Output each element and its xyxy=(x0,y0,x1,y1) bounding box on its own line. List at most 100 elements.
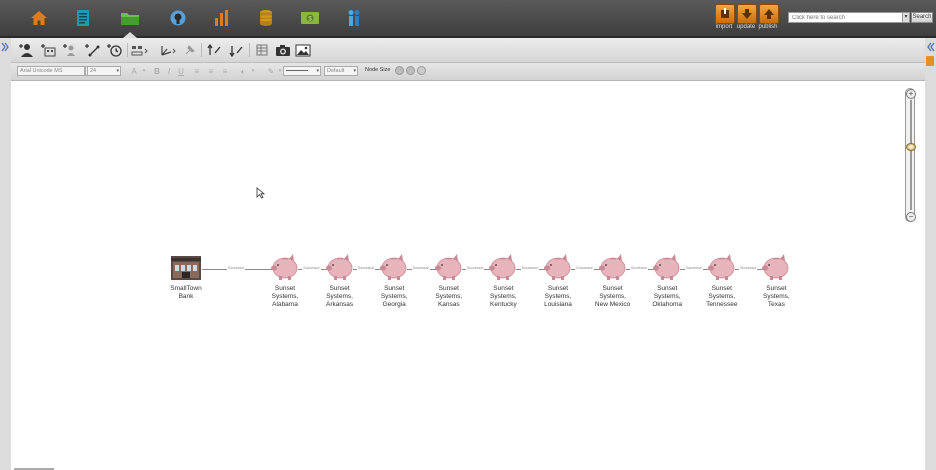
align-left-icon[interactable]: ≡ xyxy=(192,66,202,76)
expand-right-icon[interactable] xyxy=(926,41,936,53)
line-style-select[interactable]: ▾ xyxy=(283,66,321,76)
node-label-line2: Systems, xyxy=(653,293,681,300)
node-label-line3: Texas xyxy=(767,301,785,308)
sort-ascending-icon[interactable] xyxy=(205,42,223,58)
account-node[interactable]: Sunset Systems, Tennessee xyxy=(692,253,752,309)
hierarchy-icon[interactable] xyxy=(159,42,177,58)
piggy-bank-icon xyxy=(489,254,516,280)
node-label-line3: Arkansas xyxy=(326,301,354,308)
node-label-line3: Georgia xyxy=(382,301,406,308)
expand-left-icon[interactable] xyxy=(0,41,10,53)
align-center-icon[interactable]: ≡ xyxy=(206,66,216,76)
add-contact-icon[interactable] xyxy=(61,42,79,58)
image-icon[interactable] xyxy=(294,42,312,58)
search-input[interactable] xyxy=(788,12,904,23)
zoom-in-button[interactable]: + xyxy=(906,89,916,99)
search-button[interactable]: Search xyxy=(911,12,933,23)
piggy-bank-icon xyxy=(544,254,571,280)
node-label-line3: Louisiana xyxy=(544,301,572,308)
node-size-decrease-button[interactable] xyxy=(395,66,404,75)
chevron-down-icon[interactable]: ▾ xyxy=(248,66,258,76)
add-connection-icon[interactable] xyxy=(83,42,101,58)
mouse-cursor-icon xyxy=(256,187,265,199)
zoom-rail xyxy=(910,100,912,210)
piggy-bank-icon xyxy=(325,254,352,280)
bold-icon[interactable]: B xyxy=(152,66,162,76)
table-icon[interactable] xyxy=(253,42,271,58)
document-icon[interactable] xyxy=(72,8,94,28)
toolbar-divider xyxy=(201,43,202,57)
node-label-line3: Kansas xyxy=(437,301,460,308)
bank-node[interactable]: SmallTown Bank xyxy=(156,256,216,301)
publish-button[interactable] xyxy=(759,4,779,24)
align-right-icon[interactable]: ≡ xyxy=(220,66,230,76)
node-label-line2: Systems, xyxy=(708,293,736,300)
zoom-out-button[interactable]: − xyxy=(906,212,916,222)
font-size-select[interactable]: 24 ▾ xyxy=(87,66,121,76)
toolbar-divider xyxy=(127,43,128,57)
node-label-line3: Oklahoma xyxy=(652,301,682,308)
node-label-line2: Systems, xyxy=(544,293,572,300)
add-event-icon[interactable] xyxy=(105,42,123,58)
folder-icon[interactable] xyxy=(119,8,141,38)
node-label-line1: Sunset xyxy=(329,285,350,292)
node-label-line1: Sunset xyxy=(547,285,569,292)
account-node[interactable]: Sunset Systems, Georgia xyxy=(364,253,424,309)
node-label-line1: Sunset xyxy=(438,285,459,292)
account-node[interactable]: Sunset Systems, Kansas xyxy=(419,253,479,309)
search-dropdown-button[interactable]: ▾ xyxy=(902,12,910,23)
node-label-line2: Systems, xyxy=(490,293,517,300)
account-node[interactable]: Sunset Systems, Oklahoma xyxy=(637,253,697,309)
account-node[interactable]: Sunset Systems, Alabama xyxy=(255,253,315,309)
info-icon[interactable] xyxy=(343,8,365,28)
node-label-line1: Sunset xyxy=(274,285,296,292)
line-style-preview xyxy=(286,70,308,72)
camera-icon[interactable] xyxy=(274,42,292,58)
github-icon[interactable] xyxy=(167,8,189,28)
node-size-reset-button[interactable] xyxy=(417,66,426,75)
account-node[interactable]: Sunset Systems, New Mexico xyxy=(583,253,643,309)
node-label-line2: Systems, xyxy=(435,293,463,300)
piggy-bank-icon xyxy=(653,254,680,280)
account-node[interactable]: Sunset Systems, Louisiana xyxy=(528,253,588,309)
italic-icon[interactable]: I xyxy=(164,66,174,76)
account-node[interactable]: Sunset Systems, Arkansas xyxy=(310,253,370,309)
right-panel-collapse-strip[interactable] xyxy=(924,38,936,470)
font-family-select[interactable]: Arial Unicode MS xyxy=(17,66,85,76)
node-label-line1: Sunset xyxy=(493,285,514,292)
format-toolbar: Arial Unicode MS ▾ 24 ▾ A ▾ B I U ≡ ≡ ≡ ◐… xyxy=(11,63,925,81)
database-icon[interactable] xyxy=(255,8,277,28)
underline-icon[interactable]: U xyxy=(176,66,186,76)
piggy-bank-icon xyxy=(271,254,298,280)
line-default-select[interactable]: Default ▾ xyxy=(324,66,358,76)
node-label-line1: Sunset xyxy=(711,285,732,292)
node-size-increase-button[interactable] xyxy=(406,66,415,75)
sort-descending-icon[interactable] xyxy=(227,42,245,58)
node-label-line3: Tennessee xyxy=(706,301,738,308)
money-icon[interactable]: $ xyxy=(299,8,321,28)
account-node[interactable]: Sunset Systems, Kentucky xyxy=(473,253,533,309)
account-node[interactable]: Sunset Systems, Texas xyxy=(746,253,806,309)
home-icon[interactable] xyxy=(28,8,50,28)
piggy-bank-icon xyxy=(707,254,735,280)
publish-label: publish xyxy=(758,24,778,30)
zoom-handle[interactable] xyxy=(906,143,916,151)
chevron-down-icon[interactable]: ▾ xyxy=(139,66,149,76)
font-color-icon[interactable]: A xyxy=(129,66,139,76)
panel-tab-icon[interactable] xyxy=(926,56,934,66)
pin-icon[interactable] xyxy=(181,42,199,58)
node-label-line2: Systems, xyxy=(599,293,626,300)
graph-toolbar xyxy=(11,38,925,63)
add-organization-icon[interactable] xyxy=(39,42,57,58)
add-person-icon[interactable] xyxy=(17,42,35,58)
node-size-label: Node Size xyxy=(365,67,391,73)
import-button[interactable] xyxy=(715,4,735,24)
chevron-down-icon: ▾ xyxy=(116,68,119,74)
piggy-bank-icon xyxy=(380,254,407,280)
fill-color-icon[interactable]: ◐ xyxy=(238,66,248,76)
bar-chart-icon[interactable] xyxy=(211,8,233,28)
update-button[interactable] xyxy=(737,4,757,24)
font-size-value: 24 xyxy=(90,68,97,74)
bank-building-icon xyxy=(171,256,201,280)
layout-icon[interactable] xyxy=(131,42,149,58)
